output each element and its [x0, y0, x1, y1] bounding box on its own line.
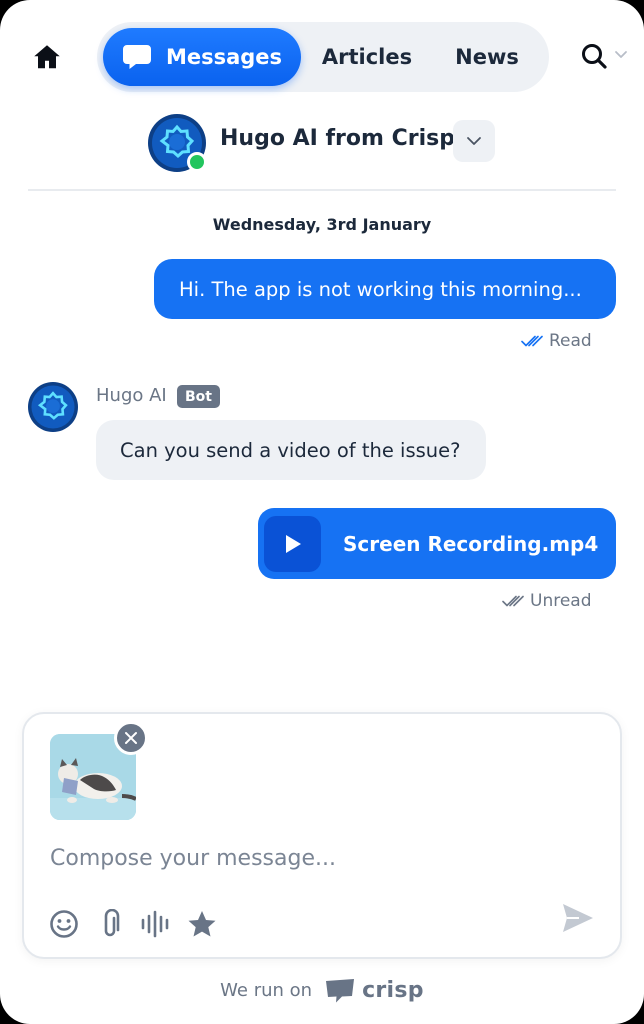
record-audio-button[interactable] [140, 908, 172, 940]
chat-bubble-icon [122, 45, 151, 69]
footer: We run on crisp [0, 975, 644, 1005]
tab-articles[interactable]: Articles [307, 28, 427, 86]
home-button[interactable] [32, 42, 62, 72]
nav-tabs: Messages Articles News [97, 22, 549, 92]
read-receipt: Read [521, 331, 592, 351]
file-attachment-message[interactable]: Screen Recording.mp4 [258, 508, 616, 579]
crisp-brand: crisp [362, 977, 424, 1003]
crisp-logo-link[interactable]: crisp [324, 977, 424, 1003]
date-separator: Wednesday, 3rd January [212, 215, 432, 234]
chat-widget: Messages Articles News Hugo AI from Cris… [0, 0, 644, 1024]
tab-news[interactable]: News [433, 28, 541, 86]
operator-menu-button[interactable] [453, 120, 495, 162]
tab-messages-label: Messages [165, 45, 283, 69]
attach-file-button[interactable] [94, 908, 126, 940]
unread-receipt: Unread [502, 591, 592, 611]
close-icon [125, 732, 137, 744]
bot-avatar [28, 382, 78, 432]
tab-messages[interactable]: Messages [103, 28, 301, 86]
online-status-indicator [187, 152, 207, 172]
remove-attachment-button[interactable] [114, 721, 148, 755]
search-icon [582, 44, 607, 69]
bot-badge: Bot [177, 385, 220, 408]
tab-news-label: News [455, 45, 519, 69]
send-button[interactable] [560, 900, 596, 936]
unread-status-label: Unread [530, 591, 592, 611]
double-check-icon [521, 335, 543, 347]
file-name: Screen Recording.mp4 [343, 531, 599, 556]
send-icon [563, 904, 593, 932]
search-button[interactable] [580, 42, 630, 72]
star-icon [188, 911, 216, 937]
bot-sender-name: Hugo AI [96, 385, 167, 406]
audio-waveform-icon [141, 910, 169, 938]
smiley-icon [50, 910, 78, 938]
header-divider [28, 189, 616, 191]
double-check-icon [502, 595, 524, 607]
compose-input[interactable] [50, 840, 590, 876]
operator-name: Hugo AI from Crisp [220, 126, 455, 151]
play-icon [285, 535, 301, 553]
footer-text: We run on [220, 979, 313, 1001]
composer [22, 712, 622, 959]
emoji-button[interactable] [48, 908, 80, 940]
bot-message-text: Can you send a video of the issue? [120, 438, 461, 462]
read-status-label: Read [549, 331, 592, 351]
paperclip-icon [104, 909, 120, 937]
play-button[interactable] [264, 516, 321, 572]
chevron-down-icon [467, 137, 481, 145]
crisp-logo-icon [326, 979, 355, 1003]
user-message: Hi. The app is not working this morning.… [154, 259, 616, 319]
tab-articles-label: Articles [321, 45, 413, 69]
user-message-text: Hi. The app is not working this morning.… [179, 277, 582, 301]
rate-button[interactable] [186, 908, 218, 940]
chevron-down-icon [615, 51, 627, 58]
home-icon [34, 45, 60, 69]
bot-message: Can you send a video of the issue? [96, 420, 486, 480]
